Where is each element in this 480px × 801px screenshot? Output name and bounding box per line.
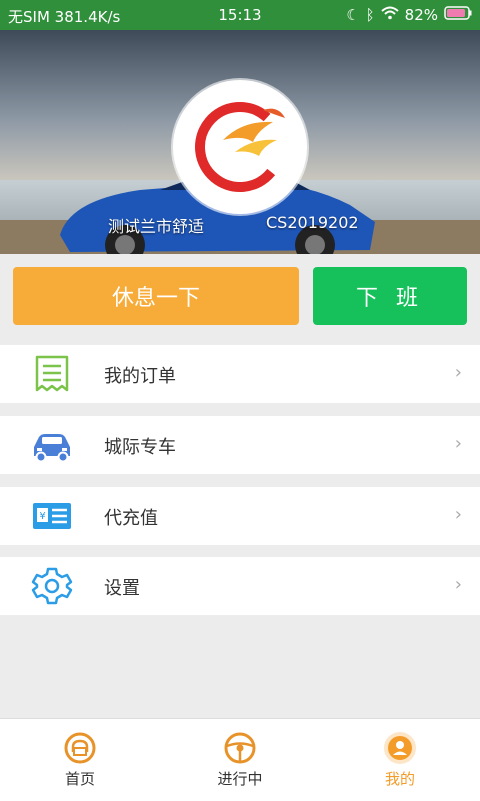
menu-item-recharge[interactable]: ¥ 代充值 › [0, 487, 480, 545]
menu-item-label: 城际专车 [104, 437, 176, 458]
menu-item-label: 代充值 [104, 508, 158, 529]
wifi-icon [380, 6, 399, 24]
bluetooth-icon: ᛒ [365, 6, 375, 24]
car-icon [34, 434, 70, 463]
battery-percent: 82% [404, 6, 438, 24]
driver-code: CS2019202 [266, 213, 359, 232]
menu-item-settings[interactable]: 设置 › [0, 557, 480, 615]
moon-icon: ☾ [346, 6, 360, 24]
menu-item-intercity-car[interactable]: 城际专车 › [0, 416, 480, 474]
profile-icon [384, 732, 416, 764]
battery-icon [444, 6, 472, 24]
action-bar: 休息一下 下 班 [0, 254, 480, 344]
avatar[interactable] [173, 80, 307, 214]
svg-text:¥: ¥ [39, 511, 45, 522]
chevron-right-icon: › [454, 362, 462, 383]
tab-label: 首页 [64, 770, 95, 788]
rest-button[interactable]: 休息一下 [13, 267, 299, 325]
off-duty-button[interactable]: 下 班 [313, 267, 467, 325]
chevron-right-icon: › [454, 433, 462, 454]
tab-in-progress[interactable]: 进行中 [160, 719, 320, 801]
tab-mine[interactable]: 我的 [320, 719, 480, 801]
steering-wheel-icon [224, 732, 256, 764]
tab-label: 进行中 [217, 770, 263, 788]
tab-label: 我的 [384, 770, 415, 788]
recharge-card-icon: ¥ [33, 503, 71, 529]
menu-item-label: 设置 [104, 578, 140, 599]
driver-name: 测试兰市舒适 [108, 217, 205, 236]
chevron-right-icon: › [454, 574, 462, 595]
status-bar: 无SIM 381.4K/s 15:13 ☾ ᛒ 82% [0, 0, 480, 30]
home-icon [64, 732, 96, 764]
bottom-tab-bar: 首页 进行中 我的 [0, 718, 480, 801]
tab-home[interactable]: 首页 [0, 719, 160, 801]
menu-item-orders[interactable]: 我的订单 › [0, 345, 480, 403]
chevron-right-icon: › [454, 504, 462, 525]
menu-item-label: 我的订单 [104, 366, 176, 387]
receipt-icon [35, 355, 69, 392]
profile-header: 测试兰市舒适 CS2019202 [0, 30, 480, 254]
gear-icon [31, 567, 73, 605]
company-logo-icon [195, 102, 285, 192]
